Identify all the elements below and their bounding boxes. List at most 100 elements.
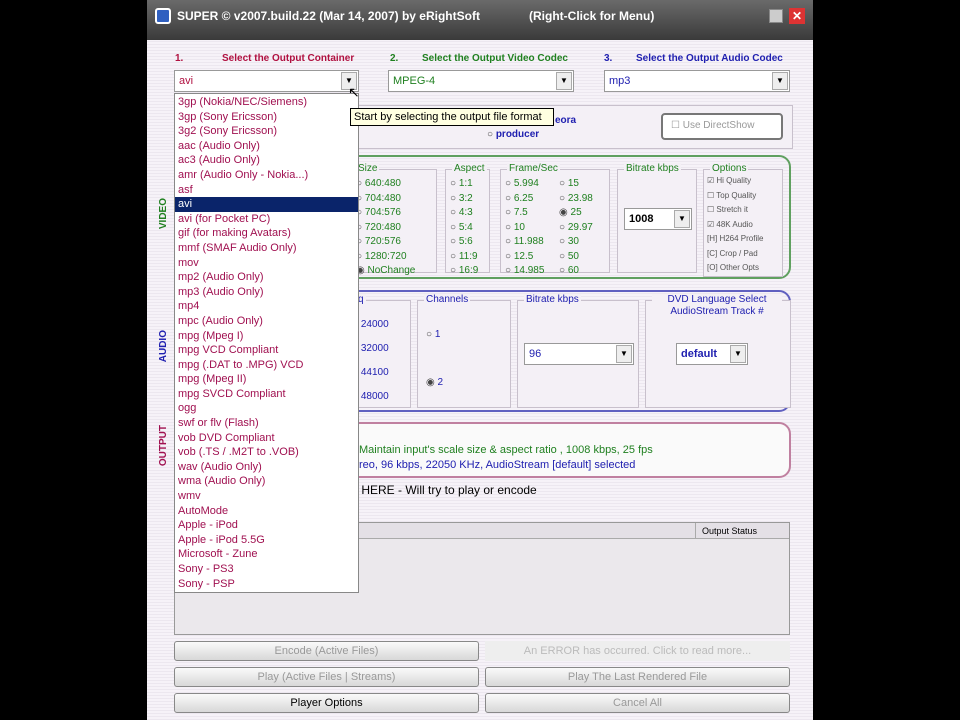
dropdown-option[interactable]: 3g2 (Sony Ericsson) — [175, 124, 358, 139]
close-button[interactable]: ✕ — [789, 8, 805, 24]
dropdown-option[interactable]: gif (for making Avatars) — [175, 226, 358, 241]
play-last-button[interactable]: Play The Last Rendered File — [485, 667, 790, 687]
video-codec-select[interactable]: MPEG-4 ▼ — [388, 70, 574, 92]
fps-radio[interactable]: 5.994 — [505, 178, 539, 189]
dropdown-option[interactable]: ac3 (Audio Only) — [175, 153, 358, 168]
chevron-down-icon[interactable]: ▼ — [674, 210, 690, 228]
dropdown-option[interactable]: Apple - iPod 5.5G — [175, 533, 358, 548]
option-h264-profile[interactable]: [H] H264 Profile — [707, 234, 763, 243]
audio-bitrate-select[interactable]: 96 ▼ — [524, 343, 634, 365]
error-message-link[interactable]: An ERROR has occurred. Click to read mor… — [485, 641, 790, 661]
container-select[interactable]: avi ▼ — [174, 70, 359, 92]
dropdown-option[interactable]: mmf (SMAF Audio Only) — [175, 241, 358, 256]
fps-radio[interactable]: 50 — [559, 251, 579, 262]
dropdown-option[interactable]: swf or flv (Flash) — [175, 416, 358, 431]
fps-radio[interactable]: 10 — [505, 222, 525, 233]
dropdown-option[interactable]: mpc (Audio Only) — [175, 314, 358, 329]
fps-radio[interactable]: 23.98 — [559, 193, 593, 204]
dropdown-option[interactable]: vob DVD Compliant — [175, 431, 358, 446]
dropdown-option[interactable]: avi — [175, 197, 358, 212]
cancel-all-button[interactable]: Cancel All — [485, 693, 790, 713]
option-other-opts[interactable]: [O] Other Opts — [707, 263, 759, 272]
dropdown-option[interactable]: mpg (Mpeg I) — [175, 329, 358, 344]
checkbox-icon[interactable]: ☑ — [707, 220, 716, 229]
fps-radio[interactable]: 30 — [559, 236, 579, 247]
aspect-radio[interactable]: 4:3 — [450, 207, 473, 218]
fps-radio[interactable]: 25 — [559, 207, 582, 218]
option-top-quality[interactable]: ☐ Top Quality — [707, 191, 756, 200]
chevron-down-icon[interactable]: ▼ — [556, 72, 572, 90]
checkbox-icon[interactable]: ☐ — [707, 191, 716, 200]
aspect-radio[interactable]: 3:2 — [450, 193, 473, 204]
chevron-down-icon[interactable]: ▼ — [772, 72, 788, 90]
size-radio[interactable]: 1280:720 — [356, 251, 407, 262]
size-radio[interactable]: 640:480 — [356, 178, 401, 189]
audio-codec-select[interactable]: mp3 ▼ — [604, 70, 790, 92]
dropdown-option[interactable]: 3gp (Nokia/NEC/Siemens) — [175, 95, 358, 110]
dropdown-option[interactable]: mp2 (Audio Only) — [175, 270, 358, 285]
size-radio[interactable]: 704:576 — [356, 207, 401, 218]
output-status-column[interactable]: Output Status — [695, 523, 789, 539]
dropdown-option[interactable]: mpg VCD Compliant — [175, 343, 358, 358]
dropdown-option[interactable]: Sony - PS3 — [175, 562, 358, 577]
size-radio[interactable]: 720:576 — [356, 236, 401, 247]
use-directshow-checkbox[interactable]: ☐ Use DirectShow — [661, 113, 783, 140]
audio-track-select[interactable]: default ▼ — [676, 343, 748, 365]
container-dropdown-list[interactable]: 3gp (Nokia/NEC/Siemens) 3gp (Sony Ericsso… — [174, 93, 359, 593]
chevron-down-icon[interactable]: ▼ — [730, 345, 746, 363]
fps-radio[interactable]: 7.5 — [505, 207, 528, 218]
size-radio[interactable]: 720:480 — [356, 222, 401, 233]
fps-radio[interactable]: 11.988 — [505, 236, 544, 247]
play-button[interactable]: Play (Active Files | Streams) — [174, 667, 479, 687]
video-bitrate-select[interactable]: 1008 ▼ — [624, 208, 692, 230]
option-crop-pad[interactable]: [C] Crop / Pad — [707, 249, 758, 258]
dropdown-option[interactable]: mp3 (Audio Only) — [175, 285, 358, 300]
checkbox-icon[interactable]: ☐ — [707, 205, 716, 214]
player-options-button[interactable]: Player Options — [174, 693, 479, 713]
dropdown-option[interactable]: mpg (Mpeg II) — [175, 372, 358, 387]
dropdown-option[interactable]: avi (for Pocket PC) — [175, 212, 358, 227]
aspect-radio[interactable]: 5:6 — [450, 236, 473, 247]
hotkey-icon[interactable]: [H] — [707, 234, 719, 243]
dropdown-option[interactable]: ogg — [175, 401, 358, 416]
hotkey-icon[interactable]: [C] — [707, 249, 719, 258]
dropdown-option[interactable]: Apple - iPod — [175, 518, 358, 533]
dropdown-option[interactable]: vob (.TS / .M2T to .VOB) — [175, 445, 358, 460]
dropdown-option[interactable]: asf — [175, 183, 358, 198]
channel-radio[interactable]: 1 — [426, 329, 441, 340]
minimize-button[interactable] — [769, 9, 783, 23]
channel-radio[interactable]: 2 — [426, 377, 444, 388]
option-stretch-it[interactable]: ☐ Stretch it — [707, 205, 748, 214]
dropdown-option[interactable]: mp4 — [175, 299, 358, 314]
dropdown-option[interactable]: mpg SVCD Compliant — [175, 387, 358, 402]
fps-radio[interactable]: 12.5 — [505, 251, 533, 262]
aspect-radio[interactable]: 16:9 — [450, 265, 478, 276]
option-hi-quality[interactable]: ☑ Hi Quality — [707, 176, 751, 185]
dropdown-option[interactable]: amr (Audio Only - Nokia...) — [175, 168, 358, 183]
fps-radio[interactable]: 60 — [559, 265, 579, 276]
producer-radio[interactable]: producer — [487, 129, 539, 140]
dropdown-option[interactable]: AutoMode — [175, 504, 358, 519]
dropdown-option[interactable]: aac (Audio Only) — [175, 139, 358, 154]
hotkey-icon[interactable]: [O] — [707, 263, 720, 272]
option-48k-audio[interactable]: ☑ 48K Audio — [707, 220, 753, 229]
aspect-radio[interactable]: 5:4 — [450, 222, 473, 233]
fps-radio[interactable]: 6.25 — [505, 193, 533, 204]
size-radio[interactable]: NoChange — [356, 265, 416, 276]
chevron-down-icon[interactable]: ▼ — [616, 345, 632, 363]
dropdown-option[interactable]: Microsoft - Zune — [175, 547, 358, 562]
dropdown-option[interactable]: Sony - PSP — [175, 577, 358, 592]
encode-button[interactable]: Encode (Active Files) — [174, 641, 479, 661]
dropdown-option[interactable]: wmv — [175, 489, 358, 504]
checkbox-icon[interactable]: ☑ — [707, 176, 716, 185]
aspect-radio[interactable]: 11:9 — [450, 251, 478, 262]
fps-radio[interactable]: 14.985 — [505, 265, 545, 276]
fps-radio[interactable]: 29.97 — [559, 222, 593, 233]
dropdown-option[interactable]: wav (Audio Only) — [175, 460, 358, 475]
size-radio[interactable]: 704:480 — [356, 193, 401, 204]
fps-radio[interactable]: 15 — [559, 178, 579, 189]
aspect-radio[interactable]: 1:1 — [450, 178, 473, 189]
dropdown-option[interactable]: mov — [175, 256, 358, 271]
dropdown-option[interactable]: mpg (.DAT to .MPG) VCD — [175, 358, 358, 373]
dropdown-option[interactable]: wma (Audio Only) — [175, 474, 358, 489]
